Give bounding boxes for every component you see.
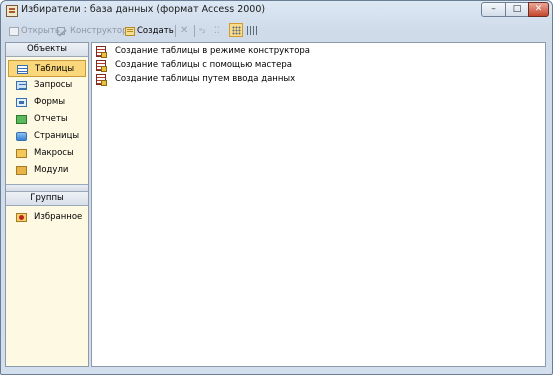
close-button[interactable]: ✕ — [528, 2, 549, 17]
design-label: Конструктор — [70, 26, 128, 36]
sidebar-item-label: Формы — [34, 97, 66, 107]
open-icon — [9, 26, 19, 36]
details-view-button[interactable] — [245, 23, 259, 37]
page-icon — [16, 132, 27, 141]
list-view-button[interactable] — [229, 23, 243, 37]
sidebar-item-forms[interactable]: Формы — [8, 94, 86, 111]
sidebar-item-modules[interactable]: Модули — [8, 162, 86, 179]
sidebar-item-label: Отчеты — [34, 114, 68, 124]
minimize-button[interactable]: – — [481, 2, 506, 17]
small-icons-icon[interactable]: ⁚⁚ — [214, 23, 220, 39]
sidebar-item-tables[interactable]: Таблицы — [8, 60, 86, 77]
toolbar-separator — [194, 25, 195, 37]
delete-icon[interactable]: ✕ — [180, 23, 188, 39]
group-item-label: Избранное — [34, 212, 83, 222]
maximize-button[interactable]: □ — [505, 2, 529, 17]
objects-header[interactable]: Объекты — [6, 43, 88, 57]
window-title: Избиратели : база данных (формат Access … — [21, 4, 266, 15]
create-icon — [125, 26, 135, 36]
list-view-icon — [231, 25, 241, 35]
list-item-label: Создание таблицы путем ввода данных — [115, 74, 296, 84]
sidebar-item-reports[interactable]: Отчеты — [8, 111, 86, 128]
create-table-design-icon — [96, 46, 107, 58]
sidebar-item-label: Макросы — [34, 148, 74, 158]
create-button[interactable]: Создать — [125, 24, 174, 38]
list-item[interactable]: Создание таблицы в режиме конструктора — [96, 45, 310, 58]
list-item-label: Создание таблицы в режиме конструктора — [115, 46, 311, 56]
large-icons-icon[interactable]: ᵃ₂ — [199, 23, 205, 39]
objects-pane[interactable]: Создание таблицы в режиме конструктора С… — [91, 42, 546, 367]
database-window: Избиратели : база данных (формат Access … — [0, 0, 553, 375]
sidebar-item-label: Модули — [34, 165, 69, 175]
macro-icon — [16, 149, 27, 158]
groups-list: Избранное — [6, 206, 88, 226]
create-label: Создать — [137, 26, 174, 36]
report-icon — [16, 115, 27, 124]
list-item[interactable]: Создание таблицы с помощью мастера — [96, 59, 292, 72]
objects-bar: Объекты Таблицы Запросы Формы Отчеты Стр… — [5, 42, 89, 367]
toolbar-separator — [175, 25, 176, 37]
create-table-entry-icon — [96, 74, 107, 86]
sidebar-item-label: Таблицы — [35, 64, 75, 74]
objects-list: Таблицы Запросы Формы Отчеты Страницы Ма… — [6, 57, 88, 184]
design-icon — [57, 26, 68, 37]
details-view-icon — [247, 25, 257, 35]
section-splitter[interactable] — [6, 184, 88, 192]
table-icon — [17, 65, 28, 74]
title-bar[interactable]: Избиратели : база данных (формат Access … — [1, 1, 552, 21]
list-item-label: Создание таблицы с помощью мастера — [115, 60, 293, 70]
open-label: Открыть — [21, 26, 60, 36]
module-icon — [16, 166, 27, 175]
database-icon[interactable] — [6, 5, 18, 17]
group-item-favorites[interactable]: Избранное — [8, 209, 86, 226]
favorites-folder-icon — [16, 213, 27, 222]
sidebar-item-label: Страницы — [34, 131, 80, 141]
toolbar: Открыть Конструктор Создать ✕ ᵃ₂ ⁚⁚ — [5, 23, 550, 40]
groups-header[interactable]: Группы — [6, 192, 88, 206]
query-icon — [16, 81, 27, 90]
list-item[interactable]: Создание таблицы путем ввода данных — [96, 73, 295, 86]
sidebar-item-queries[interactable]: Запросы — [8, 77, 86, 94]
sidebar-item-macros[interactable]: Макросы — [8, 145, 86, 162]
create-table-wizard-icon — [96, 60, 107, 72]
design-button[interactable]: Конструктор — [57, 24, 128, 38]
open-button[interactable]: Открыть — [9, 24, 60, 38]
form-icon — [16, 98, 27, 107]
sidebar-item-label: Запросы — [34, 80, 73, 90]
sidebar-item-pages[interactable]: Страницы — [8, 128, 86, 145]
